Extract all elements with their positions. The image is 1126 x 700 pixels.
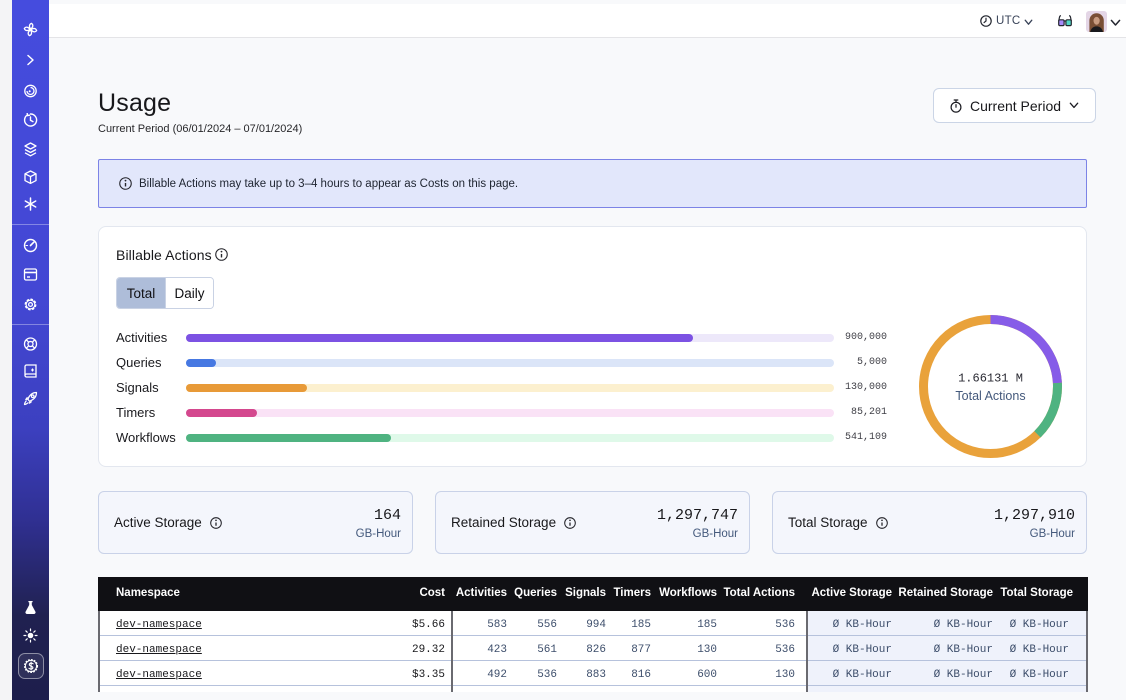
svg-text:Total Actions: Total Actions <box>955 389 1025 403</box>
svg-text:1.66131 M: 1.66131 M <box>958 372 1023 386</box>
